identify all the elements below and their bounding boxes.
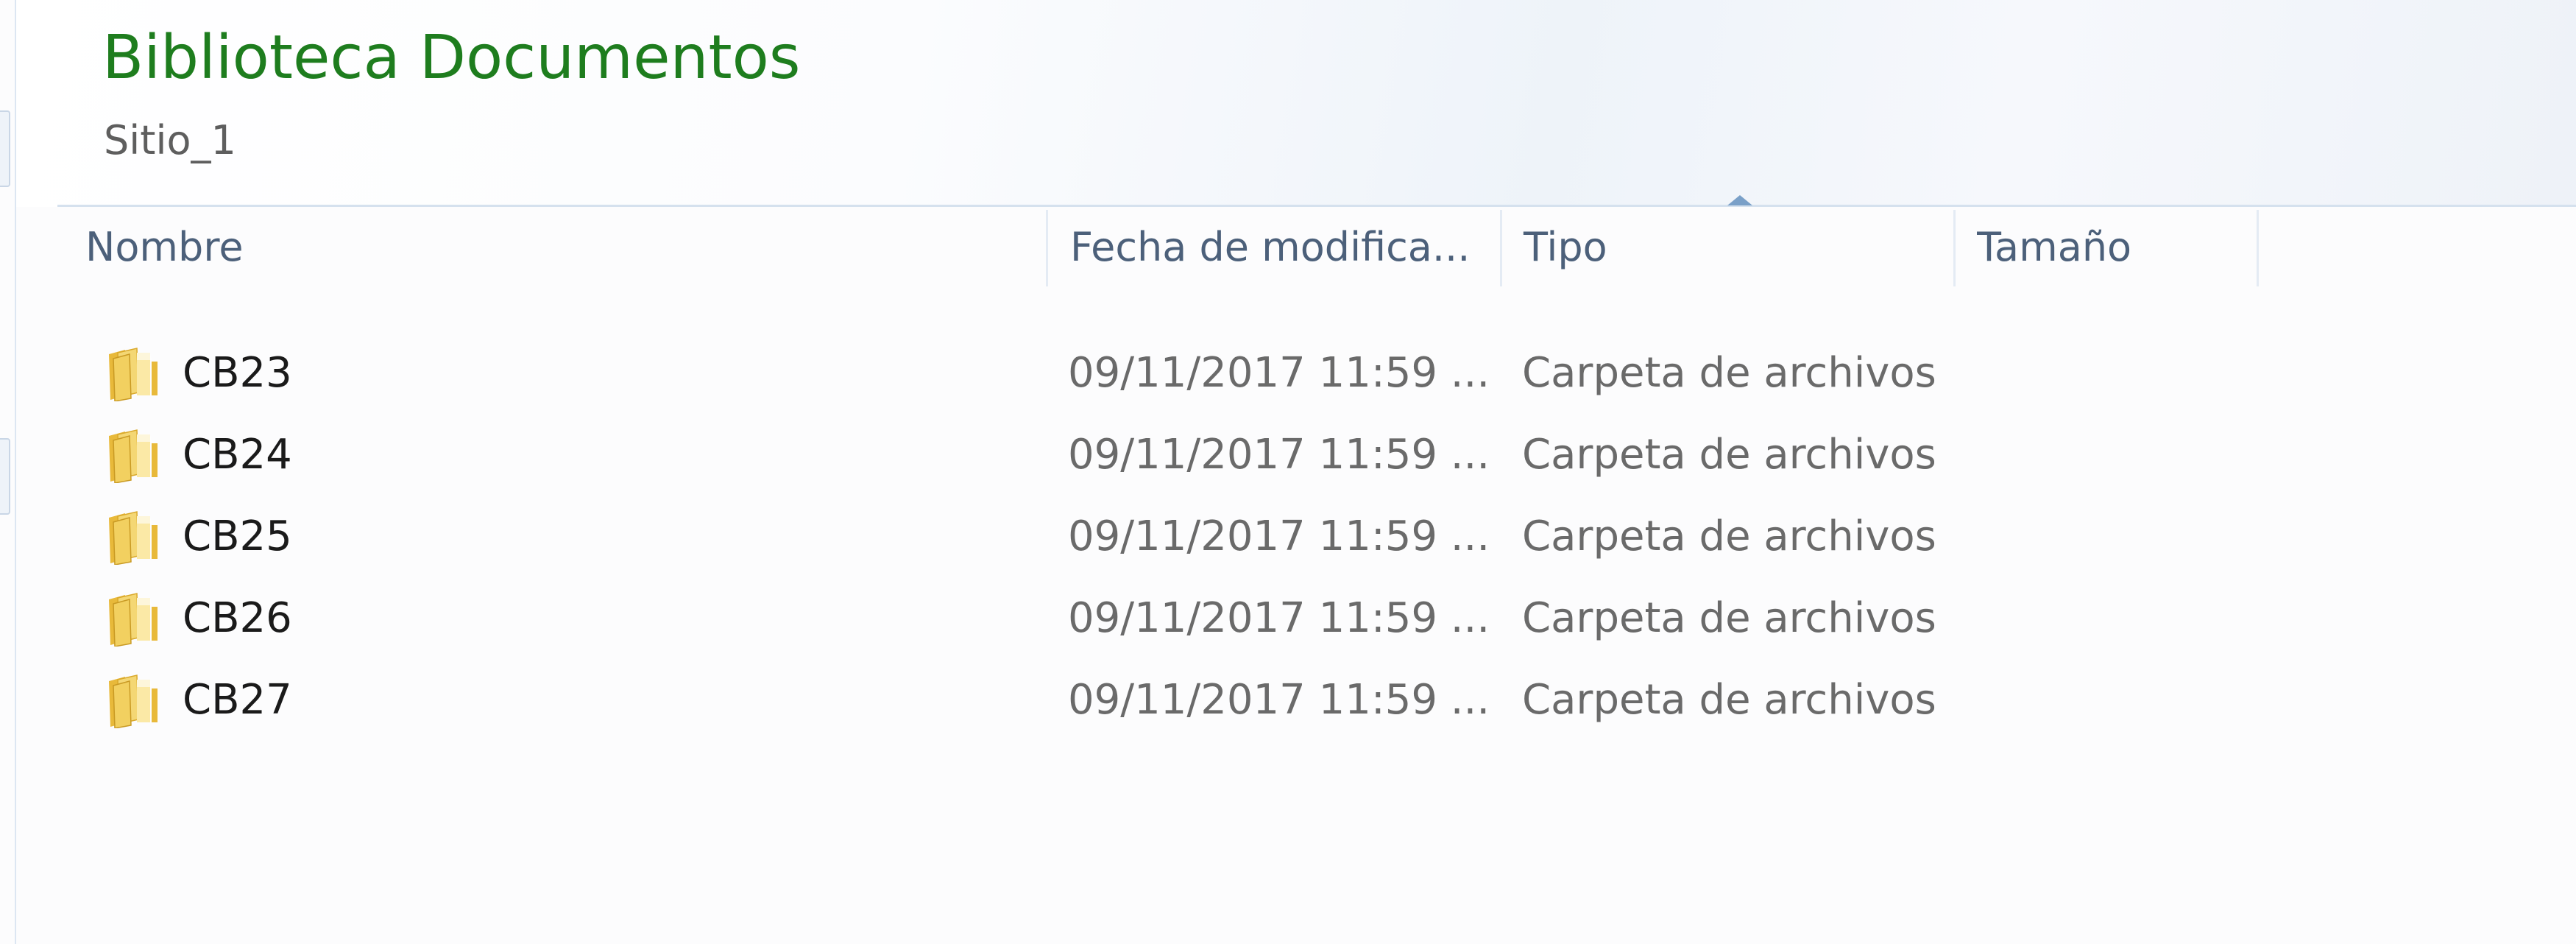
column-header-type-label: Tipo bbox=[1524, 224, 1607, 270]
column-header-name[interactable]: Nombre bbox=[85, 207, 1055, 288]
list-item[interactable]: CB26 09/11/2017 11:59 ... Carpeta de arc… bbox=[87, 582, 1956, 655]
item-name: CB26 bbox=[183, 594, 292, 642]
navigation-pane-scroll-tab[interactable] bbox=[0, 110, 10, 187]
library-header: Biblioteca Documentos Sitio_1 bbox=[16, 0, 2576, 205]
column-divider[interactable] bbox=[1500, 210, 1502, 286]
column-divider[interactable] bbox=[2257, 210, 2259, 286]
list-item[interactable]: CB27 09/11/2017 11:59 ... Carpeta de arc… bbox=[87, 663, 1956, 737]
column-divider[interactable] bbox=[1953, 210, 1956, 286]
column-header-date-label: Fecha de modifica... bbox=[1070, 224, 1471, 270]
library-title: Biblioteca Documentos bbox=[102, 23, 801, 93]
list-item[interactable]: CB24 09/11/2017 11:59 ... Carpeta de arc… bbox=[87, 418, 1956, 492]
item-type: Carpeta de archivos bbox=[1522, 512, 1936, 560]
item-name: CB25 bbox=[183, 512, 292, 560]
item-date-modified: 09/11/2017 11:59 ... bbox=[1068, 676, 1490, 724]
column-divider[interactable] bbox=[1046, 210, 1048, 286]
column-header-type[interactable]: Tipo bbox=[1524, 195, 1965, 288]
list-item[interactable]: CB25 09/11/2017 11:59 ... Carpeta de arc… bbox=[87, 500, 1956, 574]
item-type: Carpeta de archivos bbox=[1522, 594, 1936, 642]
sort-ascending-icon bbox=[1727, 195, 1752, 205]
column-header-date[interactable]: Fecha de modifica... bbox=[1070, 207, 1512, 288]
column-header-name-label: Nombre bbox=[85, 224, 244, 270]
item-type: Carpeta de archivos bbox=[1522, 676, 1936, 724]
item-name: CB24 bbox=[183, 431, 292, 479]
column-header-size-label: Tamaño bbox=[1977, 224, 2132, 270]
item-type: Carpeta de archivos bbox=[1522, 431, 1936, 479]
folder-icon bbox=[109, 593, 158, 647]
folder-icon bbox=[109, 674, 158, 728]
column-header-size[interactable]: Tamaño bbox=[1977, 207, 2257, 288]
item-date-modified: 09/11/2017 11:59 ... bbox=[1068, 512, 1490, 560]
item-date-modified: 09/11/2017 11:59 ... bbox=[1068, 349, 1490, 397]
folder-icon bbox=[109, 511, 158, 565]
item-date-modified: 09/11/2017 11:59 ... bbox=[1068, 431, 1490, 479]
item-name: CB27 bbox=[183, 676, 292, 724]
library-subtitle: Sitio_1 bbox=[104, 117, 236, 163]
folder-icon bbox=[109, 348, 158, 401]
file-list: Nombre Fecha de modifica... Tipo Tamaño … bbox=[16, 195, 2576, 944]
navigation-pane-scroll-tab[interactable] bbox=[0, 438, 10, 515]
item-date-modified: 09/11/2017 11:59 ... bbox=[1068, 594, 1490, 642]
item-name: CB23 bbox=[183, 349, 292, 397]
folder-icon bbox=[109, 429, 158, 483]
item-type: Carpeta de archivos bbox=[1522, 349, 1936, 397]
list-item[interactable]: CB23 09/11/2017 11:59 ... Carpeta de arc… bbox=[87, 337, 1956, 410]
